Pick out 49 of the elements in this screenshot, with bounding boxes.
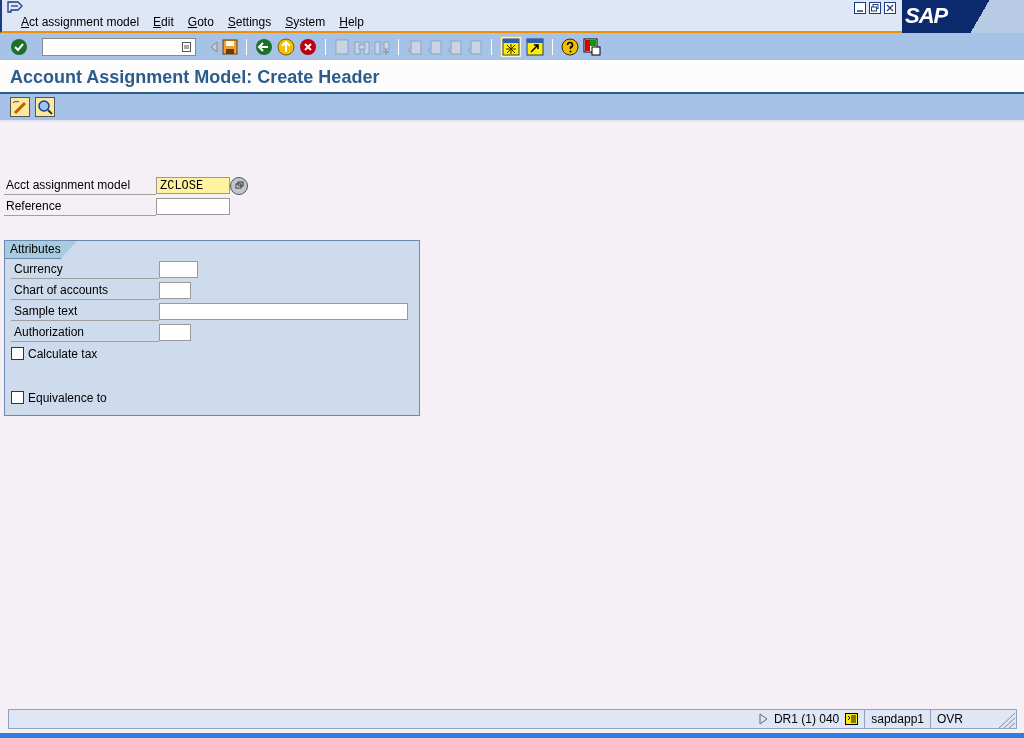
server-name: sapdapp1 [864, 710, 930, 728]
menu-item[interactable]: Goto [187, 15, 214, 29]
check-icon[interactable] [10, 37, 28, 56]
insert-mode: OVR [930, 710, 969, 728]
exit-icon[interactable] [277, 37, 295, 56]
input-field[interactable]: ZCLOSE [156, 177, 230, 194]
menu-icon[interactable] [7, 1, 23, 13]
back-icon[interactable] [255, 37, 273, 56]
checkbox-label: Calculate tax [28, 346, 98, 361]
checkbox-label: Equivalence to [28, 390, 107, 405]
menu-item[interactable]: Settings [227, 15, 272, 29]
magnifier-icon[interactable] [35, 97, 55, 117]
command-field[interactable] [42, 37, 196, 56]
input-field[interactable] [159, 303, 408, 320]
restore-icon[interactable] [869, 2, 881, 14]
close-icon[interactable] [884, 2, 896, 14]
layout-icon[interactable] [583, 37, 601, 56]
input-field[interactable] [159, 282, 191, 299]
screen-title: Account Assignment Model: Create Header [10, 66, 380, 88]
new-session-icon[interactable] [500, 35, 522, 58]
save-icon[interactable] [222, 38, 238, 55]
help-icon[interactable] [561, 37, 579, 56]
menu-item[interactable]: Help [339, 15, 364, 29]
field-label: Reference [4, 197, 156, 216]
list-icon[interactable] [845, 713, 859, 725]
group-title: Attributes [5, 241, 77, 259]
cancel-icon[interactable] [299, 37, 317, 56]
checkbox[interactable] [11, 391, 24, 404]
shortcut-icon[interactable] [526, 37, 544, 56]
field-label: Chart of accounts [11, 281, 159, 300]
clipboard-icon [182, 41, 191, 52]
checkbox[interactable] [11, 347, 24, 360]
system-info: DR1 (1) 040 [772, 711, 841, 728]
resize-grip-icon[interactable] [996, 710, 1016, 728]
field-label: Currency [11, 260, 159, 279]
input-field[interactable] [159, 261, 198, 278]
search-help-icon[interactable] [230, 176, 248, 195]
input-field[interactable] [156, 198, 230, 215]
menu-item[interactable]: Edit [153, 15, 174, 29]
triangle-icon[interactable] [758, 713, 768, 725]
field-label: Acct assignment model [4, 176, 156, 195]
logo: SAP [902, 0, 1024, 33]
field-label: Sample text [11, 302, 159, 321]
input-field[interactable] [159, 324, 191, 341]
menu-item[interactable]: Act assignment model [21, 15, 140, 29]
minimize-icon[interactable] [854, 2, 866, 14]
pencil-icon[interactable] [10, 97, 30, 117]
menu-item[interactable]: System [285, 15, 326, 29]
field-label: Authorization [11, 323, 159, 342]
